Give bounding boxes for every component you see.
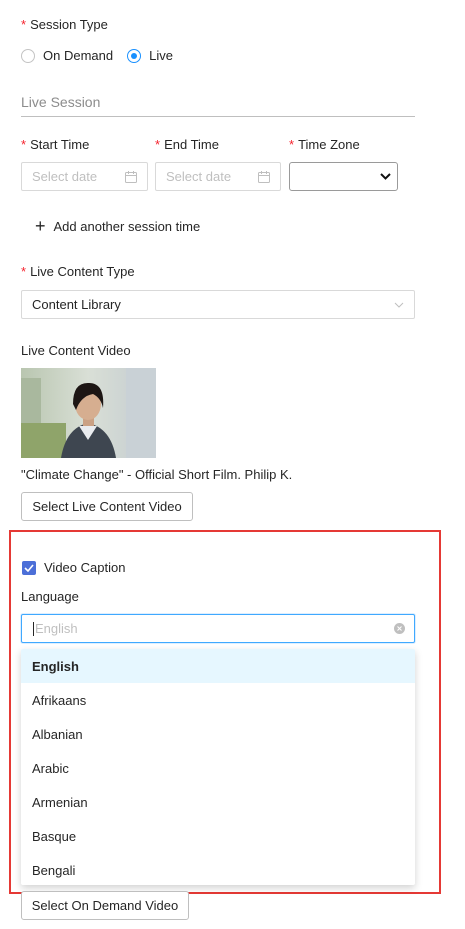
checkmark-icon	[24, 563, 34, 572]
time-zone-label: * Time Zone	[289, 137, 360, 152]
add-session-time-button[interactable]: + Add another session time	[35, 216, 201, 236]
add-session-label: Add another session time	[53, 218, 201, 234]
live-session-heading: Live Session	[21, 94, 101, 110]
end-time-placeholder: Select date	[166, 169, 232, 184]
required-marker: *	[289, 137, 295, 152]
language-option-albanian[interactable]: Albanian	[21, 717, 415, 751]
radio-button-on-demand[interactable]	[21, 48, 35, 63]
live-content-type-value: Content Library	[32, 297, 121, 312]
calendar-icon	[125, 170, 137, 183]
video-caption-label: Video Caption	[44, 560, 126, 575]
radio-on-demand[interactable]: On Demand	[21, 48, 113, 63]
radio-label-on-demand: On Demand	[43, 48, 114, 63]
language-option-bengali[interactable]: Bengali	[21, 853, 415, 885]
live-content-video-label: Live Content Video	[21, 343, 131, 358]
time-zone-select[interactable]	[289, 162, 398, 191]
language-dropdown: English Afrikaans Albanian Arabic Armeni…	[21, 649, 415, 885]
video-title: "Climate Change" - Official Short Film. …	[21, 467, 293, 482]
radio-live[interactable]: Live	[127, 48, 173, 63]
required-marker: *	[21, 264, 27, 279]
text-cursor	[33, 622, 34, 637]
radio-button-live[interactable]	[127, 48, 142, 63]
chevron-down-icon	[394, 302, 404, 308]
required-marker: *	[21, 17, 27, 32]
video-caption-checkbox-row[interactable]: Video Caption	[22, 560, 125, 575]
live-content-type-select[interactable]: Content Library	[21, 290, 415, 319]
language-option-english[interactable]: English	[21, 649, 415, 683]
select-on-demand-video-button[interactable]: Select On Demand Video	[21, 891, 189, 920]
plus-icon: +	[35, 216, 46, 236]
clear-icon[interactable]	[394, 623, 405, 634]
start-time-placeholder: Select date	[32, 169, 98, 184]
required-marker: *	[155, 137, 161, 152]
end-time-label: * End Time	[155, 137, 219, 152]
chevron-down-icon	[380, 173, 391, 180]
end-time-picker[interactable]: Select date	[155, 162, 281, 191]
section-divider	[21, 116, 415, 117]
session-type-radio-group: On Demand Live	[21, 48, 187, 63]
video-caption-checkbox[interactable]	[22, 560, 36, 575]
video-thumbnail	[21, 368, 156, 458]
select-live-content-video-button[interactable]: Select Live Content Video	[21, 492, 193, 521]
start-time-picker[interactable]: Select date	[21, 162, 148, 191]
language-option-basque[interactable]: Basque	[21, 819, 415, 853]
language-input-text: English	[33, 620, 78, 637]
language-option-armenian[interactable]: Armenian	[21, 785, 415, 819]
required-marker: *	[21, 137, 27, 152]
language-label: Language	[21, 589, 79, 604]
calendar-icon	[258, 170, 270, 183]
live-content-type-label: * Live Content Type	[21, 264, 135, 279]
language-option-arabic[interactable]: Arabic	[21, 751, 415, 785]
session-type-label: * Session Type	[21, 17, 108, 32]
radio-label-live: Live	[149, 48, 173, 63]
language-search-input[interactable]: English	[21, 614, 415, 643]
language-option-afrikaans[interactable]: Afrikaans	[21, 683, 415, 717]
start-time-label: * Start Time	[21, 137, 90, 152]
